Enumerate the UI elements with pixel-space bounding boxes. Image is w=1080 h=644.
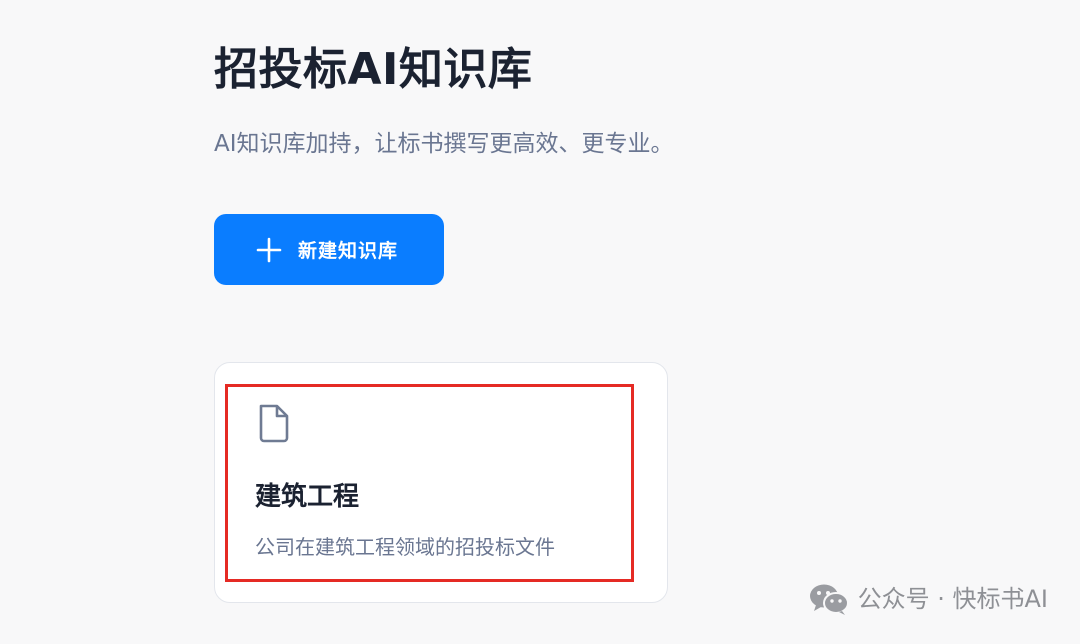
new-knowledge-base-button[interactable]: 新建知识库 bbox=[214, 214, 444, 285]
plus-icon bbox=[256, 237, 282, 263]
knowledge-base-description: 公司在建筑工程领域的招投标文件 bbox=[255, 535, 555, 559]
knowledge-base-card[interactable]: 建筑工程 公司在建筑工程领域的招投标文件 bbox=[214, 362, 668, 603]
wechat-icon bbox=[808, 582, 850, 616]
page-title: 招投标AI知识库 bbox=[214, 44, 533, 95]
watermark-text: 公众号 · 快标书AI bbox=[857, 585, 1048, 613]
page-subtitle: AI知识库加持，让标书撰写更高效、更专业。 bbox=[214, 131, 674, 157]
new-knowledge-base-label: 新建知识库 bbox=[298, 240, 399, 262]
knowledge-base-title: 建筑工程 bbox=[255, 482, 360, 512]
file-icon bbox=[257, 403, 291, 443]
knowledge-base-page: 招投标AI知识库 AI知识库加持，让标书撰写更高效、更专业。 新建知识库 建筑工… bbox=[0, 0, 1080, 644]
wechat-watermark: 公众号 · 快标书AI bbox=[808, 581, 1048, 617]
